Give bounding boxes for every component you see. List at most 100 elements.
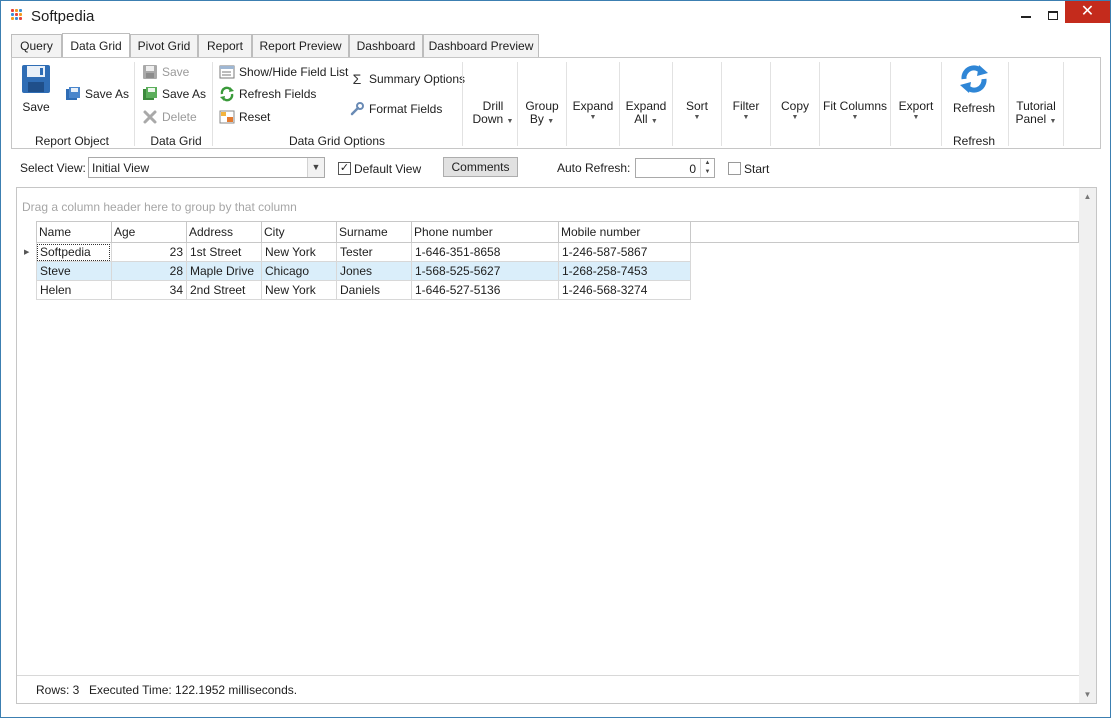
chevron-down-icon: ▼	[693, 114, 701, 121]
export-label: Export	[898, 99, 934, 113]
column-header-name[interactable]: Name	[36, 222, 111, 242]
stepper-down-icon[interactable]: ▼	[700, 168, 714, 177]
grid-save-as-label: Save As	[162, 87, 207, 101]
scroll-up-icon[interactable]: ▲	[1079, 188, 1096, 205]
refresh-fields-button[interactable]: Refresh Fields	[219, 86, 316, 102]
table-cell[interactable]: New York	[261, 281, 336, 300]
tab-dashboard-preview[interactable]: Dashboard Preview	[423, 34, 539, 57]
grid-delete-label: Delete	[162, 110, 197, 124]
column-header-address[interactable]: Address	[186, 222, 261, 242]
chevron-down-icon: ▼	[912, 114, 920, 121]
table-cell[interactable]: New York	[261, 243, 336, 262]
table-cell[interactable]: Jones	[336, 262, 411, 281]
start-checkbox[interactable]	[728, 162, 741, 175]
column-header-age[interactable]: Age	[111, 222, 186, 242]
stepper-up-icon[interactable]: ▲	[700, 159, 714, 168]
column-header-phone-number[interactable]: Phone number	[411, 222, 558, 242]
save-as-icon	[66, 87, 80, 100]
refresh-button[interactable]: Refresh	[943, 63, 1005, 115]
table-cell[interactable]: 1st Street	[186, 243, 261, 262]
vertical-scrollbar[interactable]: ▲ ▼	[1079, 188, 1096, 703]
expand-all-label-2: All ▼	[621, 113, 671, 128]
summary-options-button[interactable]: Σ Summary Options	[349, 71, 465, 87]
ribbon-separator	[566, 62, 567, 146]
refresh-fields-label: Refresh Fields	[239, 87, 317, 101]
table-cell[interactable]: Helen	[36, 281, 111, 300]
tab-query[interactable]: Query	[11, 34, 62, 57]
table-cell[interactable]: 1-246-587-5867	[558, 243, 691, 262]
tab-report[interactable]: Report	[198, 34, 252, 57]
select-view-dropdown[interactable]: Initial View ▼	[88, 157, 325, 178]
filter-button[interactable]: Filter ▼	[723, 100, 769, 122]
table-cell[interactable]: Chicago	[261, 262, 336, 281]
data-grid-panel: Drag a column header here to group by th…	[16, 187, 1097, 704]
copy-label: Copy	[780, 99, 809, 113]
scroll-down-icon[interactable]: ▼	[1079, 686, 1096, 703]
table-cell[interactable]: 1-246-568-3274	[558, 281, 691, 300]
tutorial-panel-label-line2: Panel	[1015, 112, 1047, 126]
grid-save-as-button[interactable]: Save As	[142, 86, 206, 102]
auto-refresh-stepper[interactable]: 0 ▲ ▼	[635, 158, 715, 178]
grid-delete-button[interactable]: Delete	[142, 109, 197, 125]
column-header-city[interactable]: City	[261, 222, 336, 242]
table-cell[interactable]: Daniels	[336, 281, 411, 300]
table-cell[interactable]: 1-568-525-5627	[411, 262, 558, 281]
expand-button[interactable]: Expand ▼	[568, 100, 618, 122]
auto-refresh-value: 0	[689, 162, 696, 176]
chevron-down-icon: ▼	[589, 114, 597, 121]
comments-button[interactable]: Comments	[443, 157, 518, 177]
table-cell[interactable]: 28	[111, 262, 186, 281]
report-save-as-button[interactable]: Save As	[65, 86, 129, 102]
minimize-button[interactable]	[1011, 1, 1041, 31]
table-cell[interactable]: 34	[111, 281, 186, 300]
show-hide-field-list-label: Show/Hide Field List	[239, 65, 349, 79]
table-cell[interactable]: 1-646-351-8658	[411, 243, 558, 262]
column-header-mobile-number[interactable]: Mobile number	[558, 222, 691, 242]
expand-all-button[interactable]: Expand All ▼	[621, 100, 671, 128]
tab-report-preview[interactable]: Report Preview	[252, 34, 349, 57]
tab-dashboard[interactable]: Dashboard	[349, 34, 423, 57]
grid-save-button[interactable]: Save	[142, 64, 189, 80]
auto-refresh-label: Auto Refresh:	[557, 161, 631, 175]
sort-label: Sort	[685, 99, 708, 113]
tab-data-grid[interactable]: Data Grid	[62, 33, 130, 57]
minimize-icon	[1021, 16, 1031, 18]
chevron-down-icon: ▼	[1049, 118, 1057, 125]
table-cell[interactable]: 23	[111, 243, 186, 262]
show-hide-field-list-button[interactable]: Show/Hide Field List	[219, 64, 348, 80]
group-by-button[interactable]: Group By ▼	[519, 100, 565, 128]
report-save-button[interactable]: Save	[18, 63, 54, 114]
delete-x-icon	[143, 110, 157, 124]
tab-pivot-grid[interactable]: Pivot Grid	[130, 34, 198, 57]
table-cell[interactable]: Tester	[336, 243, 411, 262]
table-cell[interactable]: 1-268-258-7453	[558, 262, 691, 281]
table-cell[interactable]: 2nd Street	[186, 281, 261, 300]
group-by-hint[interactable]: Drag a column header here to group by th…	[22, 200, 297, 214]
default-view-checkbox[interactable]: ✓	[338, 162, 351, 175]
reset-label: Reset	[239, 110, 271, 124]
tutorial-panel-button[interactable]: Tutorial Panel ▼	[1010, 100, 1062, 128]
table-cell[interactable]: Maple Drive	[186, 262, 261, 281]
table-cell[interactable]: Softpedia	[36, 243, 111, 262]
maximize-icon	[1048, 11, 1058, 20]
refresh-icon	[960, 65, 988, 93]
export-button[interactable]: Export ▼	[892, 100, 940, 122]
table-cell[interactable]: 1-646-527-5136	[411, 281, 558, 300]
close-button[interactable]: ✕	[1065, 1, 1110, 23]
format-fields-button[interactable]: Format Fields	[349, 101, 442, 117]
ribbon-separator	[890, 62, 891, 146]
table-cell[interactable]: Steve	[36, 262, 111, 281]
group-by-label-line2: By	[529, 112, 544, 126]
row-count: Rows: 3	[36, 683, 80, 697]
drill-down-button[interactable]: Drill Down ▼	[468, 100, 518, 128]
column-header-surname[interactable]: Surname	[336, 222, 411, 242]
chevron-down-icon[interactable]: ▼	[307, 158, 324, 177]
row-indicator-icon: ▶	[24, 249, 30, 256]
copy-button[interactable]: Copy ▼	[772, 100, 818, 122]
maximize-button[interactable]	[1038, 1, 1068, 31]
sort-button[interactable]: Sort ▼	[674, 100, 720, 122]
fit-columns-button[interactable]: Fit Columns ▼	[821, 100, 889, 122]
report-save-as-label: Save As	[85, 87, 130, 101]
grid-save-label: Save	[162, 65, 190, 79]
reset-button[interactable]: Reset	[219, 109, 270, 125]
